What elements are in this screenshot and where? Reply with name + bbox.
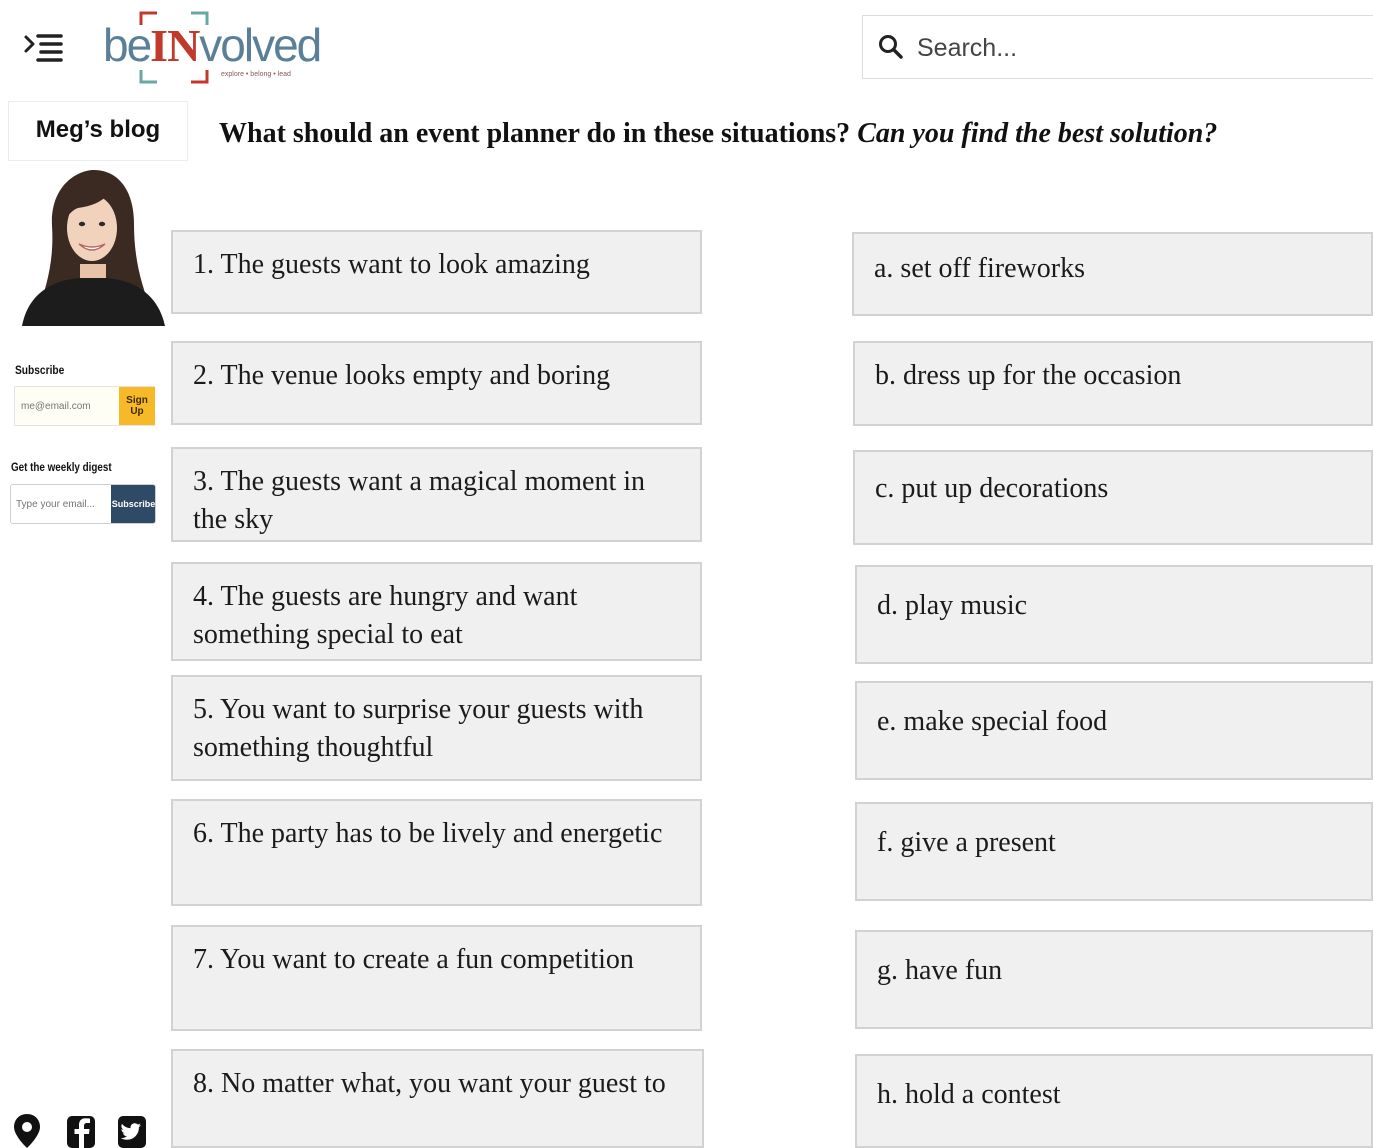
search-icon [879,35,903,59]
blog-label[interactable]: Meg’s blog [8,101,188,161]
situation-card[interactable]: 7. You want to create a fun competition [171,925,702,1031]
logo-wordmark: beINvolved [103,18,322,72]
situation-card[interactable]: 2. The venue looks empty and boring [171,341,702,425]
search-bar[interactable] [862,15,1373,79]
logo-tagline: explore • belong • lead [221,71,291,78]
site-logo[interactable]: beINvolved explore • belong • lead [103,8,323,88]
logo-prefix: be [103,19,152,71]
twitter-icon[interactable] [117,1112,147,1148]
solution-card[interactable]: g. have fun [855,930,1373,1029]
solution-card[interactable]: a. set off fireworks [852,232,1373,316]
page-title: What should an event planner do in these… [219,118,1217,150]
page-subtitle: Can you find the best solution? [857,118,1218,149]
avatar [22,166,165,326]
search-input[interactable] [917,26,1357,70]
subscribe-form: Sign Up [14,386,155,426]
situation-card[interactable]: 4. The guests are hungry and want someth… [171,562,702,661]
situation-card[interactable]: 1. The guests want to look amazing [171,230,702,314]
solution-card[interactable]: c. put up decorations [853,450,1373,545]
situation-card[interactable]: 6. The party has to be lively and energe… [171,799,702,906]
digest-email-field[interactable] [11,485,111,523]
solution-card[interactable]: f. give a present [855,802,1373,901]
signup-button[interactable]: Sign Up [119,387,155,425]
subscribe-title: Subscribe [15,363,65,377]
digest-subscribe-button[interactable]: Subscribe [111,485,155,523]
logo-highlight: IN [150,20,200,71]
digest-form: Subscribe [10,484,156,524]
situation-card[interactable]: 5. You want to surprise your guests with… [171,675,702,781]
subscribe-email-field[interactable] [17,389,115,423]
logo-suffix: volved [199,19,322,71]
page-title-question: What should an event planner do in these… [219,118,851,149]
situation-card[interactable]: 8. No matter what, you want your guest t… [171,1049,704,1148]
menu-icon[interactable] [24,32,64,62]
situation-card[interactable]: 3. The guests want a magical moment in t… [171,447,702,542]
solution-card[interactable]: e. make special food [855,681,1373,780]
solution-card[interactable]: h. hold a contest [855,1054,1373,1148]
solution-card[interactable]: b. dress up for the occasion [853,341,1373,426]
facebook-icon[interactable] [66,1112,96,1148]
map-pin-icon[interactable] [12,1112,42,1148]
solution-card[interactable]: d. play music [855,565,1373,664]
digest-title: Get the weekly digest [11,460,112,474]
